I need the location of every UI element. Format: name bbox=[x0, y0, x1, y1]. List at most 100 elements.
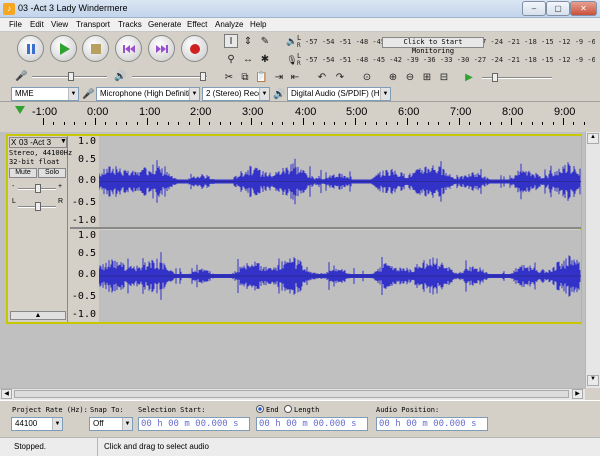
project-rate-select[interactable]: 44100 ▼ bbox=[11, 417, 63, 431]
ruler-tick bbox=[459, 118, 460, 125]
menu-analyze[interactable]: Analyze bbox=[215, 20, 243, 29]
time-shift-tool-icon[interactable]: ↔ bbox=[241, 52, 255, 66]
menu-effect[interactable]: Effect bbox=[187, 20, 207, 29]
copy-icon[interactable]: ⧉ bbox=[238, 70, 252, 84]
scroll-thumb[interactable] bbox=[14, 390, 569, 398]
fit-project-icon[interactable]: ⊟ bbox=[437, 70, 451, 84]
pause-button[interactable] bbox=[17, 35, 44, 62]
selection-start-field[interactable]: 00 h 00 m 00.000 s bbox=[138, 417, 250, 431]
track-format: Stereo, 44100Hz bbox=[9, 149, 73, 157]
menu-file[interactable]: File bbox=[9, 20, 22, 29]
audio-position-field[interactable]: 00 h 00 m 00.000 s bbox=[376, 417, 488, 431]
track-control-panel[interactable]: X 03 -Act 3 ▼ Stereo, 44100Hz 32-bit flo… bbox=[8, 136, 72, 322]
fit-selection-icon[interactable]: ⊞ bbox=[420, 70, 434, 84]
chevron-down-icon: ▼ bbox=[122, 418, 132, 430]
redo-icon[interactable]: ↷ bbox=[333, 70, 347, 84]
skip-to-end-button[interactable] bbox=[148, 35, 175, 62]
mic-volume-knob[interactable] bbox=[68, 72, 74, 81]
snap-to-select[interactable]: Off ▼ bbox=[89, 417, 133, 431]
menu-tracks[interactable]: Tracks bbox=[118, 20, 142, 29]
solo-button[interactable]: Solo bbox=[38, 168, 66, 178]
toolbar-area: I ⇕ ✎ ⚲ ↔ ✱ 🔈 L R -57 -54 -51 -48 -45 -4… bbox=[0, 32, 600, 102]
close-track-icon[interactable]: X bbox=[11, 138, 16, 147]
timeline-ruler[interactable]: -1:00 0:00 1:00 2:00 3:00 4:00 5:00 6:00… bbox=[0, 103, 600, 131]
scroll-right-icon[interactable]: ▶ bbox=[572, 389, 583, 399]
collapse-track-button[interactable]: ▲ bbox=[10, 311, 66, 320]
menu-transport[interactable]: Transport bbox=[76, 20, 110, 29]
mic-volume-slider[interactable] bbox=[32, 72, 107, 81]
audacity-app-icon: ♪ bbox=[3, 3, 15, 15]
stop-button[interactable] bbox=[82, 35, 109, 62]
record-button[interactable] bbox=[181, 35, 208, 62]
zoom-in-icon[interactable]: ⊕ bbox=[386, 70, 400, 84]
ruler-label: 9:00 bbox=[554, 106, 576, 118]
ruler-tick bbox=[324, 122, 325, 125]
selection-tool-icon[interactable]: I bbox=[224, 34, 238, 48]
scroll-left-icon[interactable]: ◀ bbox=[1, 389, 12, 399]
play-button[interactable] bbox=[50, 35, 77, 62]
gain-slider[interactable] bbox=[18, 184, 56, 193]
vertical-scrollbar[interactable]: ▲ ▼ bbox=[585, 132, 600, 388]
output-volume-slider[interactable] bbox=[132, 72, 207, 81]
track-name-menu[interactable]: X 03 -Act 3 ▼ bbox=[9, 137, 67, 148]
waveform-left-channel[interactable] bbox=[99, 136, 581, 227]
close-window-button[interactable]: ✕ bbox=[570, 1, 597, 16]
ruler-tick bbox=[53, 122, 54, 125]
undo-icon[interactable]: ↶ bbox=[315, 70, 329, 84]
silence-icon[interactable]: ⇤ bbox=[288, 70, 302, 84]
menu-view[interactable]: View bbox=[51, 20, 68, 29]
menu-help[interactable]: Help bbox=[250, 20, 266, 29]
output-device-value: Digital Audio (S/PDIF) (Hig bbox=[291, 89, 386, 98]
paste-icon[interactable]: 📋 bbox=[254, 70, 268, 84]
menu-edit[interactable]: Edit bbox=[30, 20, 44, 29]
sync-lock-icon[interactable]: ⊙ bbox=[360, 70, 374, 84]
monitor-button[interactable]: Click to Start Monitoring bbox=[382, 37, 484, 55]
ruler-label: -1:00 bbox=[32, 106, 58, 118]
waveform-right-channel[interactable] bbox=[99, 230, 581, 322]
gain-knob[interactable] bbox=[35, 184, 41, 193]
play-speed-slider[interactable] bbox=[482, 73, 552, 82]
output-volume-knob[interactable] bbox=[200, 72, 206, 81]
scale-label: 0.0 bbox=[77, 269, 96, 280]
ruler-tick bbox=[397, 122, 398, 125]
zoom-tool-icon[interactable]: ⚲ bbox=[224, 52, 238, 66]
pan-slider[interactable] bbox=[18, 202, 56, 211]
length-radio[interactable] bbox=[284, 405, 292, 413]
maximize-button[interactable]: ▢ bbox=[546, 1, 570, 16]
recording-meter-scale[interactable]: -57 -54 -51 -48 -45 -42 -39 -36 -33 -30 … bbox=[305, 54, 595, 66]
minimize-button[interactable]: – bbox=[522, 1, 546, 16]
scroll-down-icon[interactable]: ▼ bbox=[587, 375, 599, 386]
skip-to-start-button[interactable] bbox=[115, 35, 142, 62]
scroll-up-icon[interactable]: ▲ bbox=[587, 133, 599, 144]
envelope-tool-icon[interactable]: ⇕ bbox=[241, 34, 255, 48]
end-radio[interactable] bbox=[256, 405, 264, 413]
mute-button[interactable]: Mute bbox=[9, 168, 37, 178]
ruler-tick bbox=[376, 122, 377, 125]
play-at-speed-icon[interactable]: ▶ bbox=[462, 70, 476, 84]
input-channels-select[interactable]: 2 (Stereo) Recor ▼ bbox=[202, 87, 270, 101]
ruler-tick bbox=[282, 122, 283, 125]
ruler-label: 3:00 bbox=[242, 106, 264, 118]
scale-label: -1.0 bbox=[71, 309, 96, 320]
horizontal-scrollbar[interactable]: ◀ ▶ bbox=[0, 388, 585, 400]
zoom-out-icon[interactable]: ⊖ bbox=[403, 70, 417, 84]
output-device-select[interactable]: Digital Audio (S/PDIF) (Hig ▼ bbox=[287, 87, 391, 101]
audio-host-select[interactable]: MME ▼ bbox=[11, 87, 79, 101]
multi-tool-icon[interactable]: ✱ bbox=[258, 52, 272, 66]
ruler-tick bbox=[230, 122, 231, 125]
input-device-select[interactable]: Microphone (High Definiti ▼ bbox=[96, 87, 200, 101]
ruler-tick bbox=[293, 122, 294, 125]
pan-left-label: L bbox=[12, 198, 16, 205]
ruler-tick bbox=[469, 122, 470, 125]
track-bit-depth: 32-bit float bbox=[9, 158, 60, 166]
status-divider bbox=[97, 438, 98, 456]
trim-icon[interactable]: ⇥ bbox=[272, 70, 286, 84]
menu-generate[interactable]: Generate bbox=[148, 20, 181, 29]
ruler-label: 0:00 bbox=[87, 106, 109, 118]
pan-knob[interactable] bbox=[35, 202, 41, 211]
draw-tool-icon[interactable]: ✎ bbox=[258, 34, 272, 48]
selection-end-field[interactable]: 00 h 00 m 00.000 s bbox=[256, 417, 368, 431]
status-bar: Stopped. Click and drag to select audio bbox=[0, 437, 600, 456]
cut-icon[interactable]: ✂ bbox=[222, 70, 236, 84]
play-speed-knob[interactable] bbox=[492, 73, 498, 82]
